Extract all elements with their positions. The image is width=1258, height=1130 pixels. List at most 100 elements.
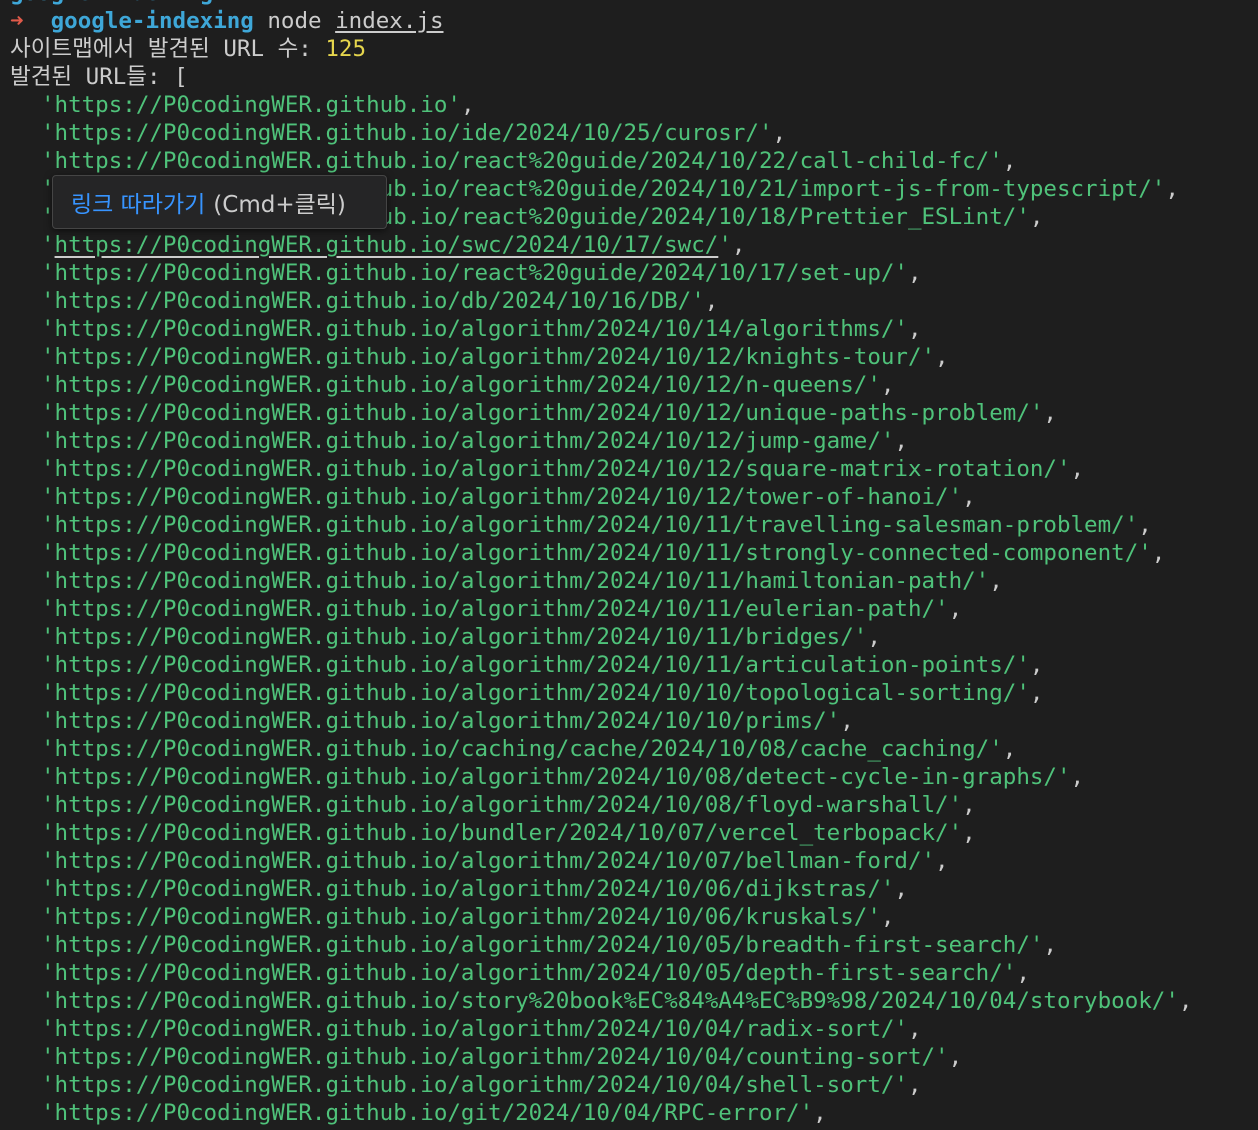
url-list-item: 'https://P0codingWER.github.io/algorithm… xyxy=(10,483,1258,511)
url-list-item: 'https://P0codingWER.github.io/algorithm… xyxy=(10,1043,1258,1071)
quote-mark: ' xyxy=(718,232,732,258)
url-link[interactable]: 'https://P0codingWER.github.io/caching/c… xyxy=(41,736,1003,762)
url-list-item: 'https://P0codingWER.github.io/algorithm… xyxy=(10,763,1258,791)
separator-comma: , xyxy=(1029,652,1044,678)
url-link[interactable]: 'https://P0codingWER.github.io/algorithm… xyxy=(41,764,1071,790)
separator-comma: , xyxy=(1070,764,1085,790)
separator-comma: , xyxy=(935,344,949,370)
separator-comma: , xyxy=(894,876,908,902)
url-list-item: 'https://P0codingWER.github.io/swc/2024/… xyxy=(10,231,1258,259)
url-list-item: 'https://P0codingWER.github.io/algorithm… xyxy=(10,539,1258,567)
separator-comma: , xyxy=(1016,960,1030,986)
url-link[interactable]: 'https://P0codingWER.github.io/algorithm… xyxy=(41,1016,908,1042)
url-link[interactable]: 'https://P0codingWER.github.io/algorithm… xyxy=(41,680,1030,706)
url-link[interactable]: 'https://P0codingWER.github.io/algorithm… xyxy=(41,960,1016,986)
separator-comma: , xyxy=(935,848,949,874)
url-list-item: 'https://P0codingWER.github.io/algorithm… xyxy=(10,847,1258,875)
url-link[interactable]: 'https://P0codingWER.github.io/algorithm… xyxy=(41,316,908,342)
terminal-output: google-indexing ➜ google-indexing node i… xyxy=(10,0,1258,1127)
separator-comma: , xyxy=(1002,736,1017,762)
url-link[interactable]: 'https://P0codingWER.github.io/algorithm… xyxy=(41,484,962,510)
url-link[interactable]: 'https://P0codingWER.github.io/git/2024/… xyxy=(41,1100,813,1126)
url-link[interactable]: 'https://P0codingWER.github.io/story%20b… xyxy=(41,988,1179,1014)
separator-comma: , xyxy=(962,820,976,846)
url-list-item: 'https://P0codingWER.github.io/algorithm… xyxy=(10,903,1258,931)
command-name: node xyxy=(267,8,322,34)
url-link[interactable]: 'https://P0codingWER.github.io/react%20g… xyxy=(41,260,908,286)
prompt-dir: google-indexing xyxy=(50,8,254,34)
follow-link-action[interactable]: 링크 따라가기 xyxy=(71,185,205,219)
url-count-value: 125 xyxy=(325,36,367,62)
separator-comma: , xyxy=(907,316,922,342)
url-list-item: 'https://P0codingWER.github.io/react%20g… xyxy=(10,259,1258,287)
url-link[interactable]: 'https://P0codingWER.github.io/bundler/2… xyxy=(41,820,962,846)
url-link[interactable]: 'https://P0codingWER.github.io/algorithm… xyxy=(41,848,935,874)
url-link[interactable]: 'https://P0codingWER.github.io/algorithm… xyxy=(41,568,989,594)
prompt-arrow-icon: ➜ xyxy=(10,8,24,34)
url-list: 'https://P0codingWER.github.io','https:/… xyxy=(10,91,1258,1127)
separator-comma: , xyxy=(962,792,976,818)
url-list-item: 'https://P0codingWER.github.io/algorithm… xyxy=(10,931,1258,959)
url-list-header: 발견된 URL들: [ xyxy=(10,63,1258,91)
url-link[interactable]: 'https://P0codingWER.github.io/algorithm… xyxy=(41,456,1071,482)
url-link[interactable]: 'https://P0codingWER.github.io' xyxy=(41,92,461,118)
url-list-item: 'https://P0codingWER.github.io/algorithm… xyxy=(10,623,1258,651)
url-link[interactable]: 'https://P0codingWER.github.io/algorithm… xyxy=(41,792,962,818)
url-list-item: 'https://P0codingWER.github.io', xyxy=(10,91,1258,119)
separator-comma: , xyxy=(948,1044,963,1070)
url-list-item: 'https://P0codingWER.github.io/algorithm… xyxy=(10,791,1258,819)
separator-comma: , xyxy=(1029,204,1044,230)
url-link[interactable]: 'https://P0codingWER.github.io/algorithm… xyxy=(41,876,894,902)
url-count-label: 사이트맵에서 발견된 URL 수: xyxy=(10,36,312,62)
separator-comma: , xyxy=(731,232,746,258)
follow-link-tooltip: 링크 따라가기 (Cmd+클릭) xyxy=(52,175,387,229)
previous-prompt-dir: google-indexing xyxy=(10,0,213,6)
url-list-item: 'https://P0codingWER.github.io/algorithm… xyxy=(10,455,1258,483)
url-link[interactable]: 'https://P0codingWER.github.io/algorithm… xyxy=(41,708,840,734)
url-link[interactable]: 'https://P0codingWER.github.io/algorithm… xyxy=(41,1072,908,1098)
terminal-window[interactable]: google-indexing ➜ google-indexing node i… xyxy=(0,0,1258,1130)
separator-comma: , xyxy=(840,708,854,734)
url-list-item: 'https://P0codingWER.github.io/algorithm… xyxy=(10,959,1258,987)
separator-comma: , xyxy=(1029,680,1044,706)
url-list-item: 'https://P0codingWER.github.io/algorithm… xyxy=(10,427,1258,455)
url-link[interactable]: 'https://P0codingWER.github.io/algorithm… xyxy=(41,512,1138,538)
follow-link-hint: (Cmd+클릭) xyxy=(213,192,346,218)
url-link[interactable]: 'https://P0codingWER.github.io/ide/2024/… xyxy=(41,120,773,146)
url-list-item: 'https://P0codingWER.github.io/algorithm… xyxy=(10,1071,1258,1099)
url-list-item: 'https://P0codingWER.github.io/algorithm… xyxy=(10,651,1258,679)
url-link[interactable]: 'https://P0codingWER.github.io/algorithm… xyxy=(41,596,949,622)
separator-comma: , xyxy=(948,596,963,622)
url-link[interactable]: 'https://P0codingWER.github.io/algorithm… xyxy=(41,904,881,930)
url-link[interactable]: 'https://P0codingWER.github.io/algorithm… xyxy=(41,624,867,650)
url-link[interactable]: 'https://P0codingWER.github.io/react%20g… xyxy=(41,148,1003,174)
url-link[interactable]: 'https://P0codingWER.github.io/algorithm… xyxy=(41,400,1043,426)
separator-comma: , xyxy=(1178,988,1193,1014)
url-link[interactable]: 'https://P0codingWER.github.io/db/2024/1… xyxy=(41,288,705,314)
previous-prompt-line: google-indexing xyxy=(10,0,1258,7)
url-link[interactable]: 'https://P0codingWER.github.io/algorithm… xyxy=(41,932,1043,958)
separator-comma: , xyxy=(907,1072,922,1098)
prompt-line: ➜ google-indexing node index.js xyxy=(10,7,1258,35)
url-link[interactable]: 'https://P0codingWER.github.io/algorithm… xyxy=(41,372,881,398)
url-link[interactable]: 'https://P0codingWER.github.io/algorithm… xyxy=(41,344,935,370)
url-list-item: 'https://P0codingWER.github.io/algorithm… xyxy=(10,315,1258,343)
url-link[interactable]: 'https://P0codingWER.github.io/algorithm… xyxy=(41,540,1152,566)
command-argument-link[interactable]: index.js xyxy=(335,8,443,34)
separator-comma: , xyxy=(962,484,976,510)
url-link[interactable]: 'https://P0codingWER.github.io/algorithm… xyxy=(41,652,1030,678)
separator-comma: , xyxy=(460,92,475,118)
url-list-item: 'https://P0codingWER.github.io/git/2024/… xyxy=(10,1099,1258,1127)
url-list-item: 'https://P0codingWER.github.io/algorithm… xyxy=(10,511,1258,539)
url-link[interactable]: 'https://P0codingWER.github.io/swc/2024/… xyxy=(41,232,732,258)
separator-comma: , xyxy=(704,288,719,314)
separator-comma: , xyxy=(894,428,908,454)
separator-comma: , xyxy=(1043,932,1057,958)
url-link[interactable]: 'https://P0codingWER.github.io/algorithm… xyxy=(41,428,894,454)
separator-comma: , xyxy=(1070,456,1085,482)
hovered-url-text[interactable]: https://P0codingWER.github.io/swc/2024/1… xyxy=(55,232,719,258)
url-list-item: 'https://P0codingWER.github.io/algorithm… xyxy=(10,343,1258,371)
url-link[interactable]: 'https://P0codingWER.github.io/algorithm… xyxy=(41,1044,949,1070)
url-list-item: 'https://P0codingWER.github.io/algorithm… xyxy=(10,1015,1258,1043)
url-count-line: 사이트맵에서 발견된 URL 수: 125 xyxy=(10,35,1258,63)
